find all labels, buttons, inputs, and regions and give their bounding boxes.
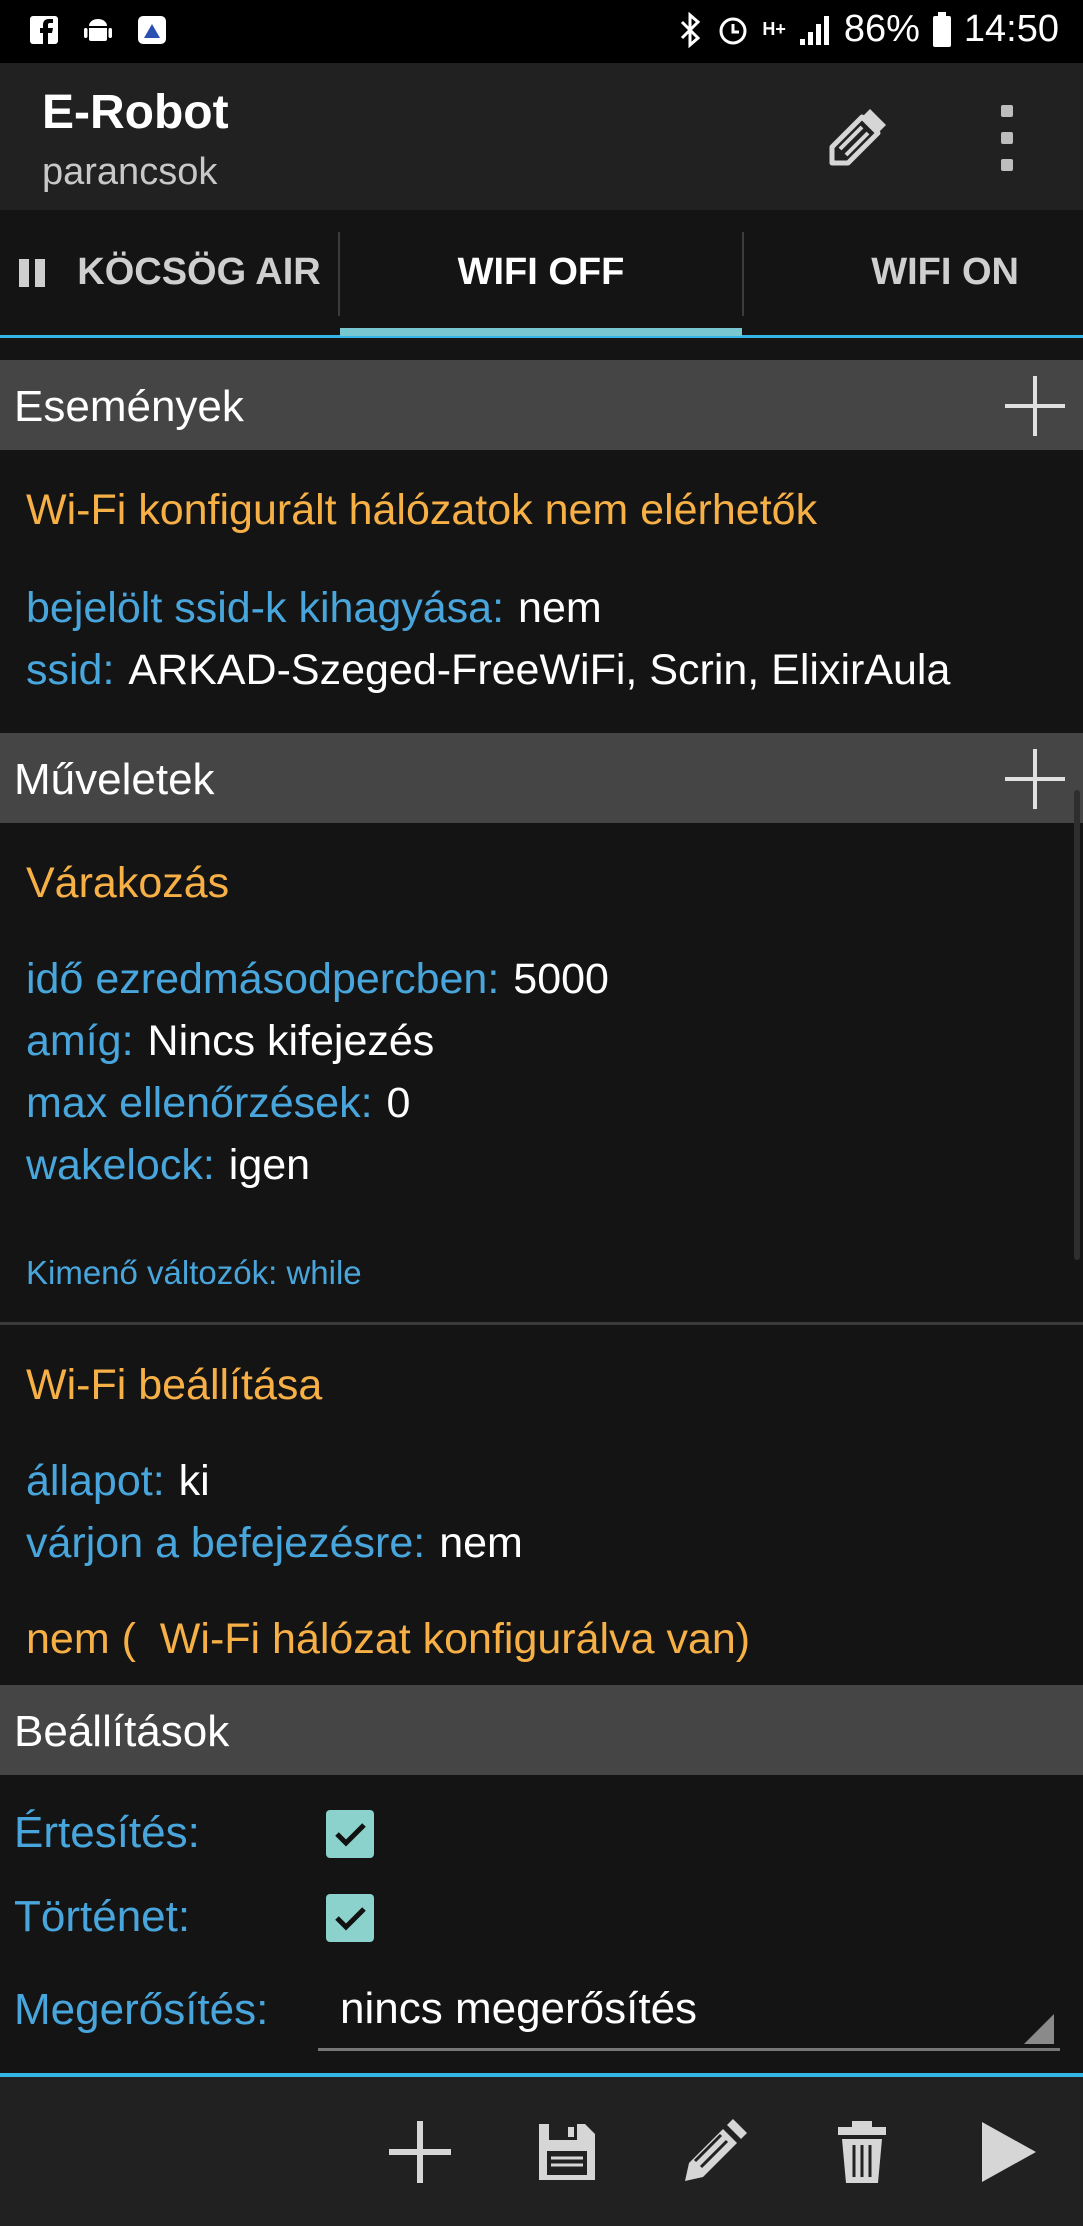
history-label: Történet: (14, 1892, 191, 1941)
tab-label: WIFI OFF (457, 251, 625, 293)
signal-icon (799, 15, 829, 45)
bluetooth-icon (681, 11, 701, 48)
tab-wifi-off[interactable]: WIFI OFF (340, 210, 742, 335)
menu-dot (1001, 159, 1013, 171)
tab-partial-icon (19, 258, 46, 287)
delete-button[interactable] (822, 2112, 902, 2192)
save-button[interactable] (527, 2112, 607, 2192)
confirm-selected-value: nincs megerősítés (340, 1984, 698, 2033)
edit-button[interactable] (674, 2112, 754, 2192)
action-title: Wi-Fi beállítása (26, 1361, 323, 1409)
param-value: 5000 (513, 955, 609, 1003)
confirm-dropdown[interactable]: nincs megerősítés (318, 1976, 1060, 2051)
android-icon (80, 12, 116, 48)
tab-kocsog-air[interactable]: KÖCSÖG AIR (0, 210, 338, 335)
confirm-label: Megerősítés: (14, 1985, 269, 2034)
play-icon (982, 2122, 1036, 2182)
tab-indicator (340, 328, 742, 336)
notification-icons (26, 12, 170, 48)
param-key: állapot: (26, 1457, 165, 1505)
actions-header: Műveletek (0, 733, 1083, 823)
param-value: ki (178, 1457, 210, 1505)
edit-name-button[interactable] (822, 103, 892, 173)
tab-label: KÖCSÖG AIR (77, 251, 321, 293)
overflow-menu-button[interactable] (990, 105, 1024, 171)
action-param: állapot: ki (26, 1457, 210, 1506)
facebook-icon (26, 12, 62, 48)
check-icon (335, 1823, 366, 1847)
history-checkbox[interactable] (326, 1894, 374, 1942)
param-key: ssid: (26, 646, 115, 694)
status-bar: H+ 86% 14:50 (0, 0, 1083, 63)
param-value: 0 (386, 1079, 411, 1127)
actions-title: Műveletek (14, 755, 215, 804)
add-button[interactable] (380, 2112, 460, 2192)
add-action-button[interactable] (1005, 749, 1065, 809)
battery-percent: 86% (843, 8, 920, 50)
menu-dot (1001, 105, 1013, 117)
param-value: ARKAD-Szeged-FreeWiFi, Scrin, ElixirAula (128, 646, 951, 694)
param-key: bejelölt ssid-k kihagyása: (26, 584, 505, 632)
action-param: wakelock: igen (26, 1141, 310, 1190)
tab-label: WIFI ON (871, 251, 1019, 293)
event-item[interactable]: Wi-Fi konfigurált hálózatok nem elérhető… (0, 450, 1083, 730)
param-value: nem (439, 1519, 523, 1567)
param-key: amíg: (26, 1017, 134, 1065)
action-condition: nem ( Wi-Fi hálózat konfigurálva van) (26, 1615, 751, 1663)
check-icon (335, 1907, 366, 1931)
add-icon (389, 2121, 451, 2183)
action-param: várjon a befejezésre: nem (26, 1519, 523, 1568)
system-status: H+ 86% 14:50 (678, 8, 1059, 51)
notification-label: Értesítés: (14, 1808, 200, 1857)
param-key: max ellenőrzések: (26, 1079, 373, 1127)
action-title: Várakozás (26, 859, 230, 907)
pencil-tag-icon (829, 109, 886, 166)
add-event-button[interactable] (1005, 376, 1065, 436)
app-notification-icon (134, 12, 170, 48)
alarm-icon (719, 17, 747, 44)
event-param: bejelölt ssid-k kihagyása: nem (26, 584, 602, 633)
action-param: idő ezredmásodpercben: 5000 (26, 955, 609, 1004)
settings-title: Beállítások (14, 1707, 230, 1756)
clock: 14:50 (963, 8, 1059, 50)
action-item-wait[interactable]: Várakozás idő ezredmásodpercben: 5000 amí… (0, 823, 1083, 1323)
dropdown-corner-icon (1024, 2014, 1054, 2044)
events-header: Események (0, 360, 1083, 450)
trash-icon (838, 2121, 886, 2183)
action-item-wifi[interactable]: Wi-Fi beállítása állapot: ki várjon a bef… (0, 1325, 1083, 1683)
events-title: Események (14, 382, 244, 431)
settings-header: Beállítások (0, 1685, 1083, 1775)
param-value: nem (518, 584, 602, 632)
param-key: várjon a befejezésre: (26, 1519, 426, 1567)
event-param: ssid: ARKAD-Szeged-FreeWiFi, Scrin, Elixi… (26, 646, 950, 695)
param-value: igen (228, 1141, 311, 1189)
app-title: E-Robot (42, 86, 229, 139)
scrollbar[interactable] (1074, 790, 1080, 1260)
tab-wifi-on[interactable]: WIFI ON (744, 210, 1083, 335)
event-title: Wi-Fi konfigurált hálózatok nem elérhető… (26, 486, 818, 534)
app-bar: E-Robot parancsok (0, 63, 1083, 210)
app-subtitle: parancsok (42, 151, 218, 193)
action-param: max ellenőrzések: 0 (26, 1079, 410, 1128)
run-button[interactable] (968, 2112, 1048, 2192)
tab-bar: KÖCSÖG AIR WIFI OFF WIFI ON (0, 210, 1083, 338)
bottom-action-bar (0, 2077, 1083, 2226)
param-key: wakelock: (26, 1141, 215, 1189)
action-param: amíg: Nincs kifejezés (26, 1017, 434, 1066)
notification-checkbox[interactable] (326, 1810, 374, 1858)
output-variables: Kimenő változók: while (26, 1254, 362, 1291)
battery-icon (932, 11, 951, 47)
param-key: idő ezredmásodpercben: (26, 955, 500, 1003)
menu-dot (1001, 132, 1013, 144)
save-icon (539, 2124, 595, 2180)
network-type: H+ (762, 19, 786, 39)
param-value: Nincs kifejezés (147, 1017, 435, 1065)
pencil-icon (685, 2119, 747, 2181)
